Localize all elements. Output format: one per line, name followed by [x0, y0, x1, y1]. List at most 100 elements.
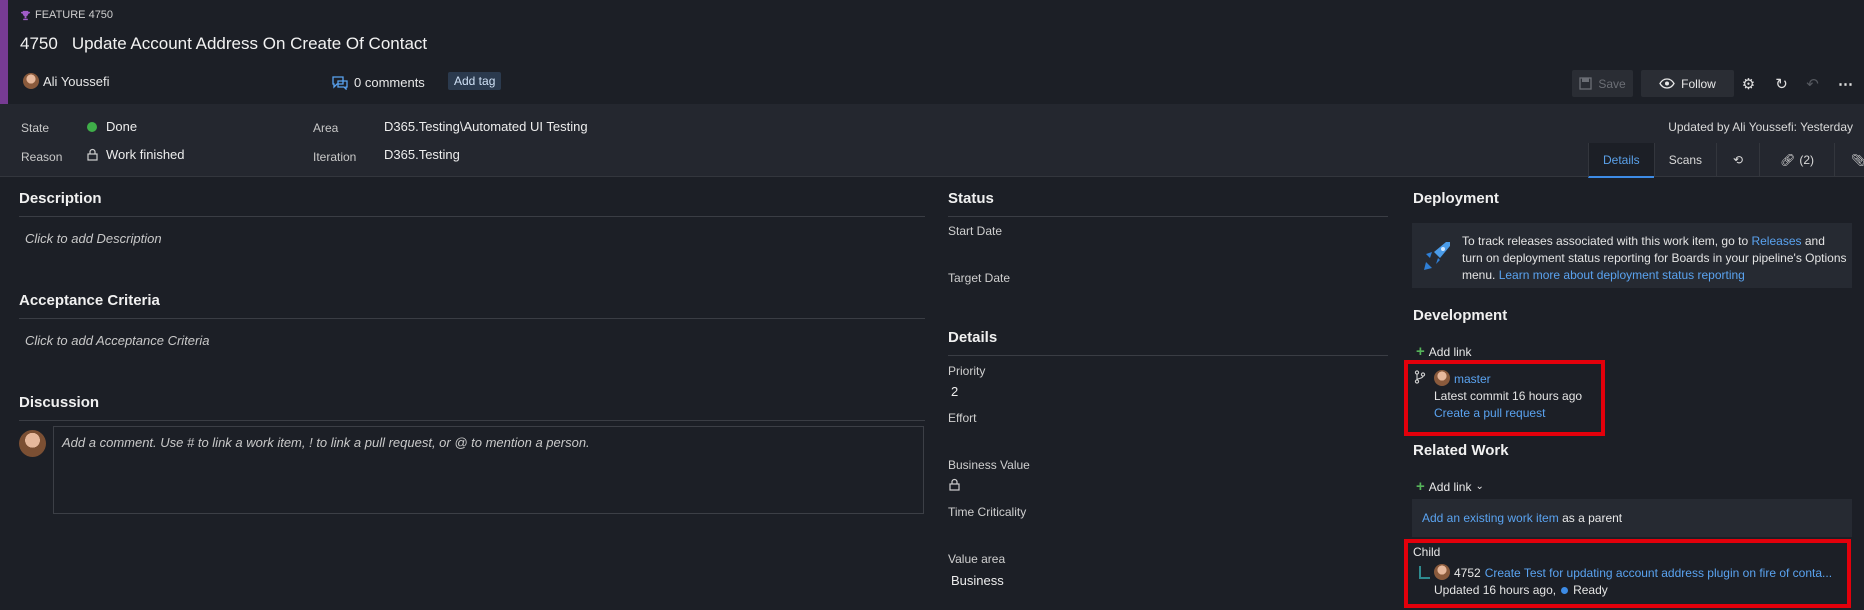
- tab-details[interactable]: Details: [1588, 143, 1654, 178]
- refresh-button[interactable]: ↻: [1768, 70, 1795, 97]
- branch-link[interactable]: master: [1454, 372, 1491, 386]
- state-label: State: [21, 121, 50, 135]
- tab-links[interactable]: 🔗︎ (2): [1759, 143, 1834, 176]
- comment-input[interactable]: Add a comment. Use # to link a work item…: [53, 426, 924, 514]
- comment-icon: [332, 75, 348, 90]
- state-value[interactable]: Done: [106, 119, 137, 134]
- iteration-label: Iteration: [313, 150, 357, 164]
- work-item-title[interactable]: 4750 Update Account Address On Create Of …: [20, 34, 427, 54]
- add-parent-text: Add an existing work item as a parent: [1412, 499, 1852, 537]
- discussion-divider: [19, 420, 925, 421]
- reason-value[interactable]: Work finished: [106, 147, 185, 162]
- area-label: Area: [313, 121, 339, 135]
- ready-state-dot-icon: [1561, 586, 1569, 594]
- effort-label: Effort: [948, 411, 977, 425]
- add-parent-box: Add an existing work item as a parent: [1412, 499, 1852, 537]
- status-divider: [948, 216, 1388, 217]
- state-done-dot-icon: [87, 121, 97, 132]
- related-add-link-button[interactable]: + Add link ⌄: [1416, 478, 1484, 495]
- follow-button[interactable]: Follow: [1641, 70, 1734, 97]
- learn-more-link[interactable]: Learn more about deployment status repor…: [1499, 268, 1745, 282]
- gear-icon: ⚙: [1741, 75, 1756, 93]
- add-existing-work-item-link[interactable]: Add an existing work item: [1422, 511, 1559, 525]
- area-value[interactable]: D365.Testing\Automated UI Testing: [384, 119, 588, 134]
- work-item-type-icon: [1419, 566, 1430, 579]
- state-field[interactable]: Done: [87, 119, 137, 134]
- details-divider: [948, 355, 1388, 356]
- undo-button[interactable]: ↶: [1799, 70, 1826, 97]
- link-icon: 🔗︎: [1780, 152, 1796, 167]
- comment-placeholder: Add a comment. Use # to link a work item…: [62, 435, 590, 450]
- save-label: Save: [1598, 76, 1626, 91]
- as-parent-text: as a parent: [1562, 511, 1623, 525]
- add-link-label: Add link: [1428, 479, 1472, 494]
- work-item-title-text[interactable]: Update Account Address On Create Of Cont…: [72, 34, 427, 53]
- assigned-to[interactable]: Ali Youssefi: [23, 73, 110, 89]
- save-icon: [1579, 77, 1592, 90]
- child-state: Ready: [1573, 583, 1608, 597]
- view-tabs: Details Scans ⟲ 🔗︎ (2) 📎︎: [1588, 143, 1864, 178]
- create-pull-request-link[interactable]: Create a pull request: [1434, 406, 1545, 420]
- plus-icon: +: [1416, 478, 1425, 495]
- reason-label: Reason: [21, 150, 63, 164]
- rocket-icon: [1424, 242, 1450, 270]
- deployment-text-1: To track releases associated with this w…: [1462, 234, 1749, 248]
- child-id: 4752: [1454, 566, 1481, 580]
- avatar: [1434, 564, 1450, 580]
- latest-commit: Latest commit 16 hours ago: [1434, 389, 1583, 403]
- related-work-heading: Related Work: [1413, 442, 1509, 459]
- child-work-item[interactable]: 4752 Create Test for updating account ad…: [1454, 566, 1832, 580]
- save-button[interactable]: Save: [1572, 70, 1633, 97]
- work-item-type-color-bar: [0, 0, 8, 104]
- description-field[interactable]: Click to add Description: [25, 231, 162, 246]
- owner-name[interactable]: Ali Youssefi: [43, 74, 110, 89]
- value-area-value[interactable]: Business: [951, 573, 1004, 588]
- paperclip-icon: 📎︎: [1851, 152, 1864, 167]
- child-updated: Updated 16 hours ago,: [1434, 583, 1557, 597]
- target-date-label: Target Date: [948, 271, 1011, 285]
- avatar: [23, 73, 39, 89]
- business-value-label: Business Value: [948, 458, 1030, 472]
- value-area-label: Value area: [948, 552, 1006, 566]
- status-heading: Status: [948, 190, 994, 207]
- work-item-id: 4750: [20, 34, 58, 53]
- updated-by[interactable]: Updated by Ali Youssefi: Yesterday: [1668, 120, 1853, 134]
- refresh-icon: ↻: [1775, 75, 1788, 93]
- priority-value[interactable]: 2: [951, 384, 958, 399]
- trophy-icon: [20, 10, 31, 20]
- acceptance-criteria-heading: Acceptance Criteria: [19, 292, 160, 309]
- add-link-label: Add link: [1428, 344, 1472, 359]
- time-criticality-label: Time Criticality: [948, 505, 1027, 519]
- child-status: Updated 16 hours ago, Ready: [1434, 583, 1608, 597]
- lock-icon: [949, 478, 960, 491]
- iteration-value[interactable]: D365.Testing: [384, 147, 460, 162]
- releases-link[interactable]: Releases: [1751, 234, 1801, 248]
- child-title-link[interactable]: Create Test for updating account address…: [1485, 566, 1832, 580]
- settings-button[interactable]: ⚙: [1735, 70, 1762, 97]
- comments-count[interactable]: 0 comments: [354, 75, 425, 90]
- avatar: [19, 430, 46, 457]
- acceptance-divider: [19, 318, 925, 319]
- development-heading: Development: [1413, 307, 1508, 324]
- development-add-link-button[interactable]: + Add link: [1416, 343, 1471, 360]
- add-tag-button[interactable]: Add tag: [448, 72, 502, 90]
- work-item-type-label: FEATURE 4750: [35, 9, 114, 21]
- eye-icon: [1659, 78, 1675, 89]
- description-heading: Description: [19, 190, 102, 207]
- priority-label: Priority: [948, 364, 986, 378]
- links-count: (2): [1799, 152, 1815, 167]
- deployment-info-box: To track releases associated with this w…: [1412, 223, 1852, 288]
- branch-icon: [1414, 370, 1426, 384]
- more-actions-button[interactable]: ⋯: [1832, 70, 1859, 97]
- start-date-label: Start Date: [948, 224, 1003, 238]
- plus-icon: +: [1416, 343, 1425, 360]
- tab-scans[interactable]: Scans: [1653, 143, 1716, 176]
- more-icon: ⋯: [1838, 75, 1853, 93]
- history-icon: ⟲: [1733, 152, 1744, 167]
- work-item-info-band: [0, 104, 1864, 177]
- comments-link[interactable]: 0 comments: [332, 75, 425, 90]
- tab-history[interactable]: ⟲: [1716, 143, 1759, 176]
- tab-attachments[interactable]: 📎︎: [1834, 143, 1864, 176]
- acceptance-criteria-field[interactable]: Click to add Acceptance Criteria: [25, 333, 210, 348]
- reason-field[interactable]: Work finished: [87, 147, 185, 162]
